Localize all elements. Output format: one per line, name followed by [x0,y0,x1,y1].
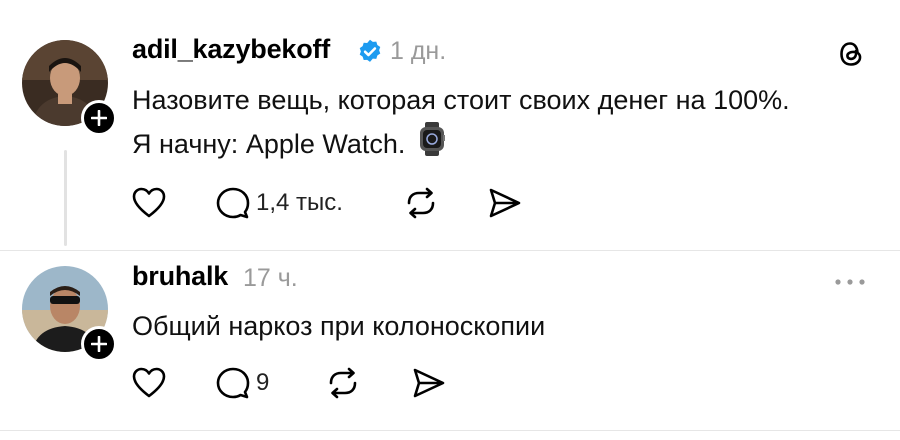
share-button[interactable] [488,187,522,219]
repost-icon [329,367,357,399]
reply-button[interactable]: 9 [216,367,269,399]
reply-username[interactable]: bruhalk [132,261,228,292]
post-timestamp: 1 дн. [390,37,447,65]
share-icon [489,188,521,218]
watch-emoji-icon [419,122,445,169]
more-icon[interactable] [834,274,866,292]
comment-icon [216,367,250,399]
reply-timestamp: 17 ч. [243,264,298,292]
comment-icon [216,187,250,219]
reply-button[interactable]: 1,4 тыс. [216,187,343,219]
follow-plus-icon[interactable] [81,100,117,136]
threads-logo-icon[interactable] [836,38,866,75]
reply-count: 9 [256,369,270,396]
verified-badge-icon [356,38,384,71]
share-icon [413,368,445,398]
heart-icon [132,367,166,398]
repost-button[interactable] [326,367,360,399]
post-username[interactable]: adil_kazybekoff [132,34,330,65]
post-text-line-2: Я начну: Apple Watch. [132,122,445,169]
reply-count: 1,4 тыс. [256,189,343,216]
like-button[interactable] [132,187,166,219]
repost-button[interactable] [404,187,438,219]
post-text-line-1: Назовите вещь, которая стоит своих денег… [132,85,790,115]
follow-plus-icon[interactable] [81,326,117,362]
reply-text: Общий наркоз при колоноскопии [132,311,546,341]
like-button[interactable] [132,367,166,399]
share-button[interactable] [412,367,446,399]
post-text-line-2-content: Я начну: Apple Watch. [132,129,406,159]
repost-icon [407,187,435,219]
bottom-divider [0,430,900,431]
post-divider [0,250,900,251]
heart-icon [132,187,166,218]
thread-line [64,150,67,246]
